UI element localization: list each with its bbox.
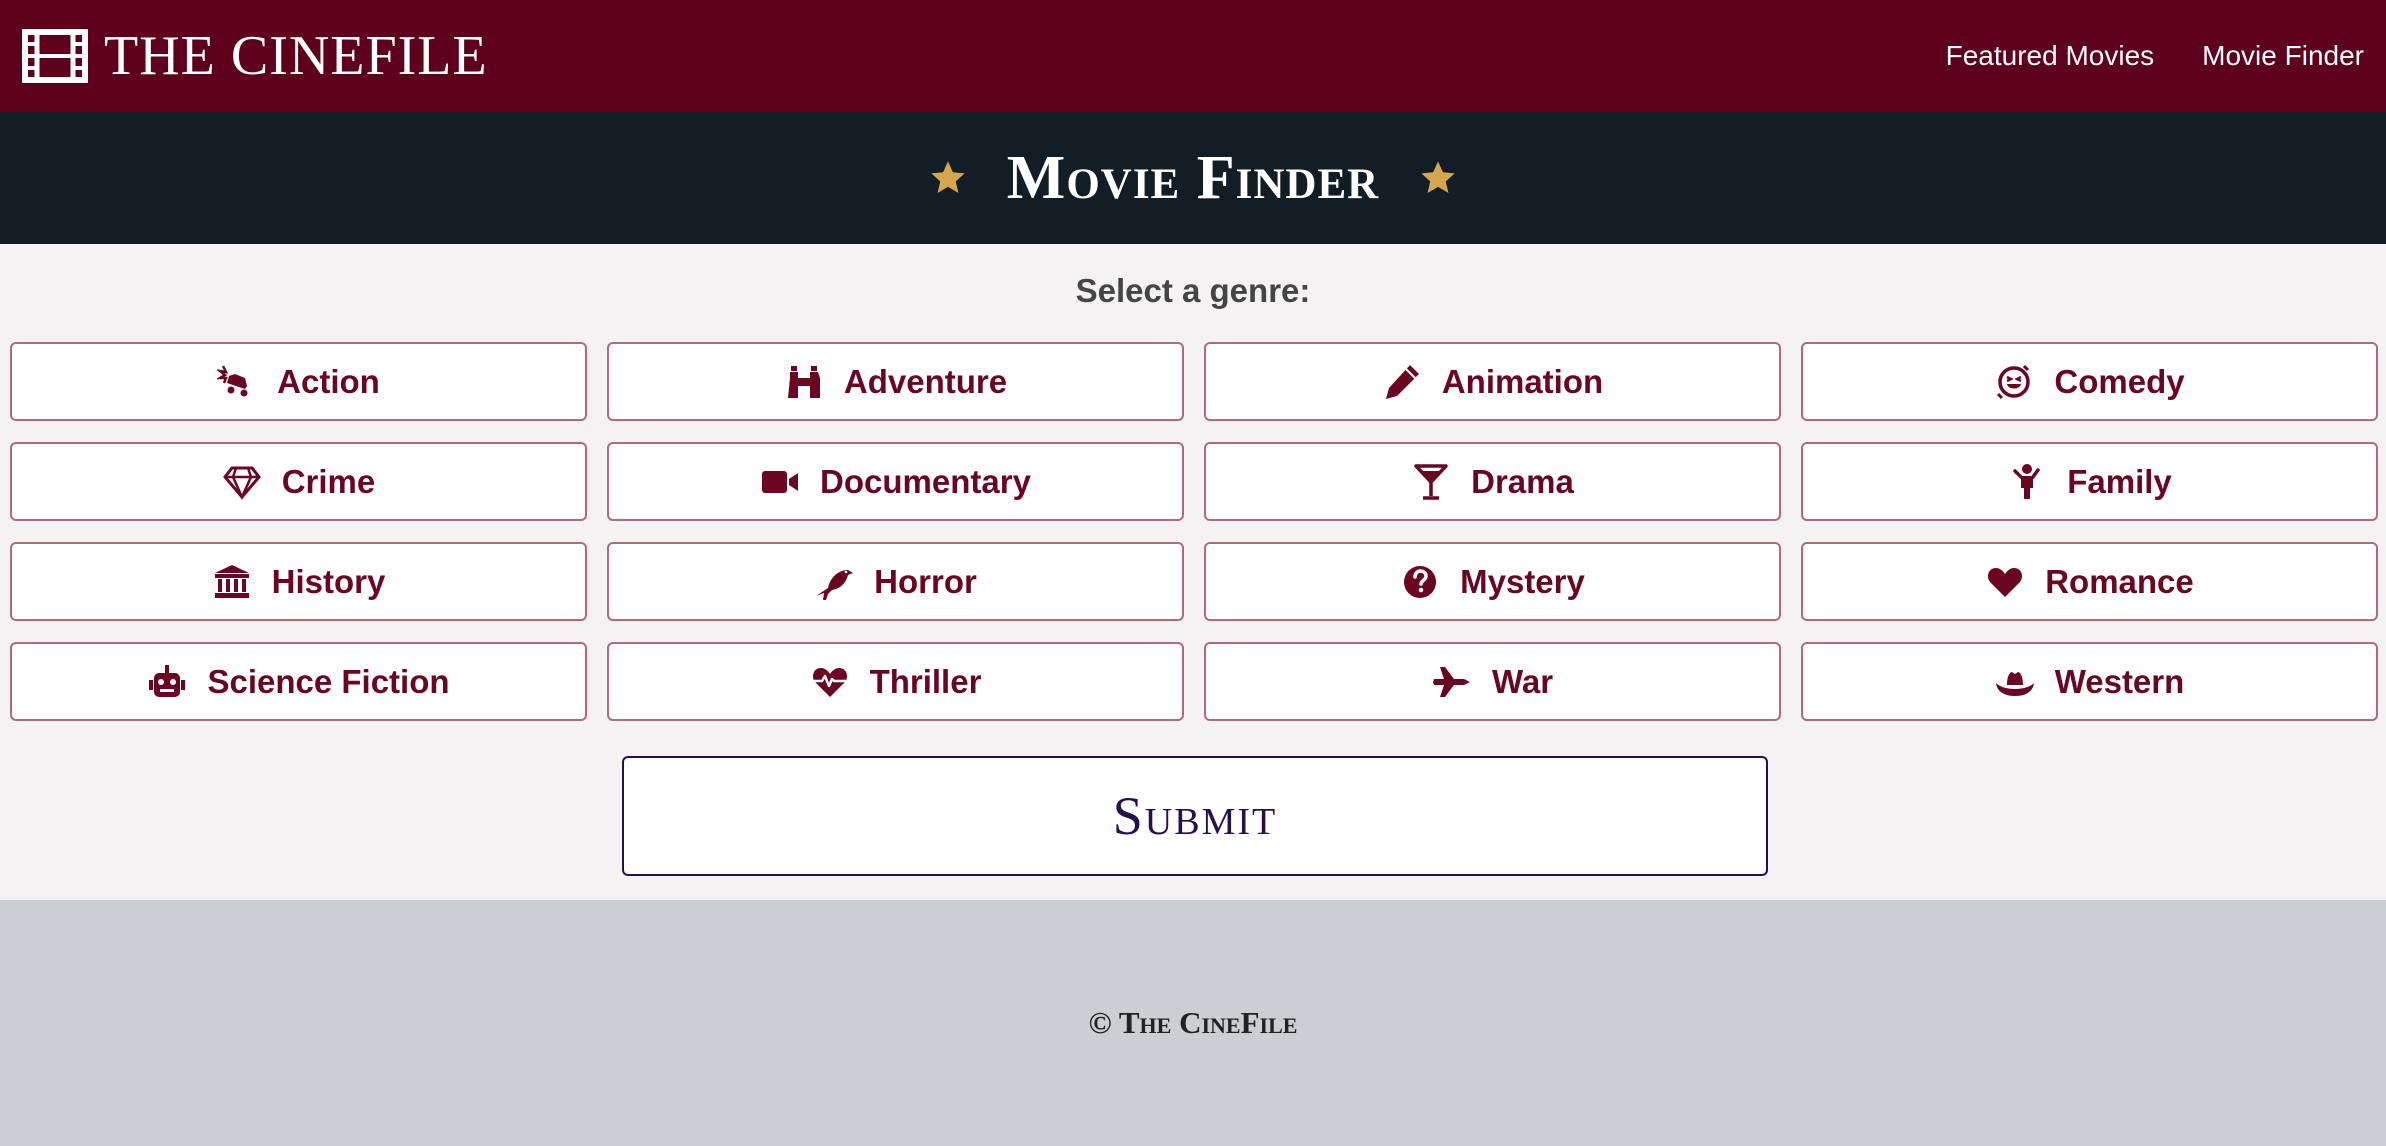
genre-label: Thriller (869, 662, 982, 700)
heart-icon (1988, 567, 2023, 597)
genre-label: Documentary (820, 462, 1031, 500)
genre-label: Romance (2045, 562, 2194, 600)
genre-button-western[interactable]: Western (1801, 642, 2378, 721)
genre-button-thriller[interactable]: Thriller (607, 642, 1184, 721)
genre-label: War (1491, 662, 1554, 700)
film-icon (22, 29, 88, 83)
heart-pulse-icon (812, 667, 847, 697)
genre-button-science-fiction[interactable]: Science Fiction (10, 642, 587, 721)
nav-link-movie-finder[interactable]: Movie Finder (2202, 40, 2364, 72)
genre-button-animation[interactable]: Animation (1204, 342, 1781, 421)
genre-label: History (271, 562, 386, 600)
pencil-icon (1385, 364, 1419, 399)
footer-copyright: © The CineFile (1088, 1005, 1298, 1040)
nav-links: Featured Movies Movie Finder (1946, 40, 2364, 72)
brand-name: THE CINEFILE (104, 25, 488, 87)
binoculars-icon (787, 365, 820, 398)
top-navbar: THE CINEFILE Featured Movies Movie Finde… (0, 0, 2386, 112)
genre-button-war[interactable]: War (1204, 642, 1781, 721)
question-circle-icon (1404, 565, 1437, 598)
child-icon (2013, 463, 2040, 499)
gem-icon (222, 466, 261, 500)
submit-button[interactable]: Submit (622, 756, 1768, 876)
nav-link-featured-movies[interactable]: Featured Movies (1946, 40, 2155, 72)
genre-button-crime[interactable]: Crime (10, 442, 587, 521)
cocktail-glass-icon (1414, 463, 1448, 500)
genre-button-action[interactable]: Action (10, 342, 587, 421)
genre-button-mystery[interactable]: Mystery (1204, 542, 1781, 621)
genre-button-history[interactable]: History (10, 542, 587, 621)
genre-label: Western (2054, 662, 2185, 700)
robot-icon (149, 664, 186, 697)
star-icon (931, 161, 965, 194)
genre-label: Adventure (843, 362, 1008, 400)
brand[interactable]: THE CINEFILE (22, 28, 488, 84)
landmark-icon (214, 564, 249, 598)
genre-label: Crime (281, 462, 376, 500)
footer: © The CineFile (0, 900, 2386, 1146)
genre-selection-panel: Select a genre: Action Adventure Animati… (0, 244, 2386, 900)
genre-label: Animation (1441, 362, 1604, 400)
genre-button-adventure[interactable]: Adventure (607, 342, 1184, 421)
genre-button-romance[interactable]: Romance (1801, 542, 2378, 621)
genre-button-family[interactable]: Family (1801, 442, 2378, 521)
genre-button-drama[interactable]: Drama (1204, 442, 1781, 521)
genre-label: Science Fiction (207, 662, 450, 700)
genre-label: Drama (1471, 462, 1574, 500)
page-banner: Movie Finder (0, 112, 2386, 244)
genre-prompt: Select a genre: (1075, 272, 1311, 309)
genre-label: Family (2067, 462, 2172, 500)
genre-grid: Action Adventure Animation Comedy Crime … (10, 342, 2378, 721)
genre-label: Mystery (1460, 562, 1585, 600)
genre-button-horror[interactable]: Horror (607, 542, 1184, 621)
genre-label: Comedy (2054, 362, 2185, 400)
page-title: Movie Finder (1006, 143, 1380, 212)
video-camera-icon (762, 470, 799, 493)
genre-label: Action (277, 362, 380, 400)
genre-button-comedy[interactable]: Comedy (1801, 342, 2378, 421)
laugh-icon (1997, 364, 2031, 399)
car-crash-icon (217, 364, 248, 396)
star-icon (1421, 161, 1455, 194)
genre-button-documentary[interactable]: Documentary (607, 442, 1184, 521)
genre-label: Horror (874, 562, 977, 600)
crow-icon (816, 569, 854, 600)
cowboy-hat-icon (1995, 671, 2034, 696)
fighter-jet-icon (1432, 666, 1470, 697)
